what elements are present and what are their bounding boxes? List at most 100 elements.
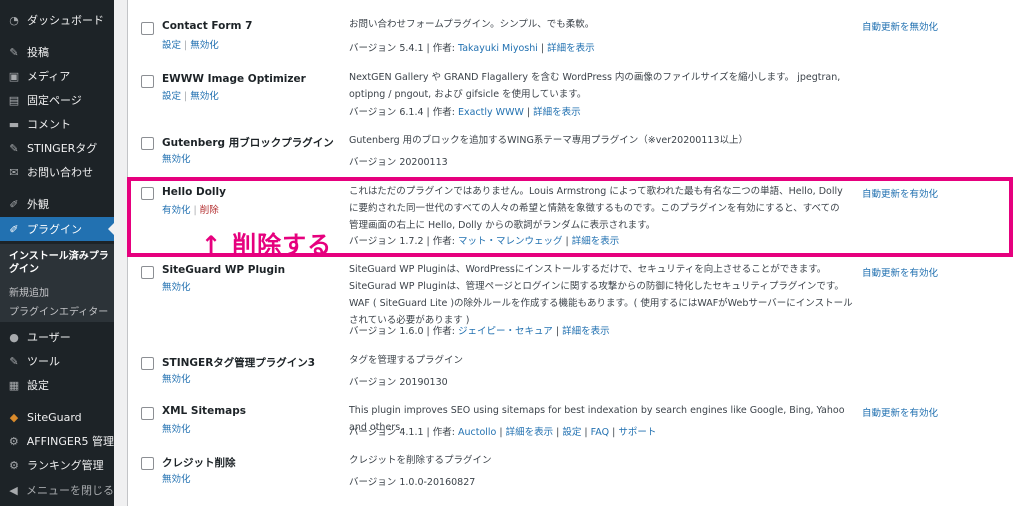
plugin-row: EWWW Image Optimizer 設定 | 無効化 NextGEN Gall… — [128, 64, 1024, 129]
sidebar-item-siteguard[interactable]: ◆ SiteGuard — [0, 405, 114, 429]
deactivate-link[interactable]: 無効化 — [162, 424, 191, 435]
details-link[interactable]: 詳細を表示 — [562, 326, 610, 337]
sidebar-item-label: AFFINGER5 管理 — [26, 435, 114, 448]
sidebar-item-dashboard[interactable]: ◔ ダッシュボード — [0, 8, 114, 32]
sidebar-item-label: プラグイン — [27, 223, 82, 236]
sidebar-item-label: ランキング管理 — [27, 459, 104, 472]
user-icon: ● — [9, 330, 19, 344]
plugin-description: お問い合わせフォームプラグイン。シンプル、でも柔軟。 — [349, 19, 595, 30]
sidebar-item-label: 投稿 — [27, 46, 49, 59]
pin-icon: ✎ — [9, 141, 19, 155]
sidebar-item-tools[interactable]: ✎ ツール — [0, 349, 114, 373]
sidebar-item-label: コメント — [27, 118, 71, 131]
author-link[interactable]: Auctollo — [458, 427, 496, 438]
plugin-meta: バージョン 20190130 — [349, 374, 448, 388]
plugin-version: バージョン 20190130 — [349, 377, 448, 388]
details-link[interactable]: 詳細を表示 — [533, 107, 581, 118]
plugin-row: SiteGuard WP Plugin 無効化 SiteGuard WP Plu… — [128, 257, 1024, 351]
plugin-name: XML Sitemaps — [162, 405, 246, 417]
plugin-row: XML Sitemaps 無効化 This plugin improves SE… — [128, 400, 1024, 451]
plugin-checkbox[interactable] — [141, 457, 154, 470]
plugin-description: Gutenberg 用のブロックを追加するWING系テーマ専用プラグイン（※ve… — [349, 135, 748, 146]
sidebar-item-label: 外観 — [27, 198, 49, 211]
auto-update-link[interactable]: 自動更新を有効化 — [862, 265, 938, 279]
submenu-plugin-editor[interactable]: プラグインエディター — [9, 303, 108, 318]
author-prefix: 作者: — [432, 43, 455, 54]
sidebar-item-posts[interactable]: ✎ 投稿 — [0, 40, 114, 64]
deactivate-link[interactable]: 無効化 — [162, 282, 191, 293]
media-icon: ▣ — [8, 69, 20, 83]
sidebar-item-settings[interactable]: ▦ 設定 — [0, 373, 114, 397]
support-link[interactable]: サポート — [618, 427, 656, 438]
sidebar-item-users[interactable]: ● ユーザー — [0, 325, 114, 349]
submenu-installed-plugins[interactable]: インストール済みプラグイン — [9, 250, 109, 276]
deactivate-link[interactable]: 無効化 — [162, 374, 191, 385]
sidebar-item-label: ダッシュボード — [27, 14, 104, 27]
plugin-meta: バージョン 5.4.1 | 作者: Takayuki Miyoshi | 詳細を… — [349, 43, 595, 54]
plugin-checkbox[interactable] — [141, 137, 154, 150]
sidebar-item-media[interactable]: ▣ メディア — [0, 64, 114, 88]
settings-link[interactable]: 設定 — [562, 427, 581, 438]
gear-icon: ⚙ — [8, 434, 19, 448]
plugin-meta: バージョン 4.1.1 | 作者: Auctollo | 詳細を表示 | 設定 … — [349, 427, 657, 438]
plugin-meta: バージョン 1.6.0 | 作者: ジェイピー・セキュア | 詳細を表示 — [349, 326, 610, 337]
sidebar-item-ranking[interactable]: ⚙ ランキング管理 — [0, 453, 114, 477]
sidebar-item-label: STINGERタグ — [27, 142, 98, 155]
sidebar-item-label: メディア — [27, 70, 71, 83]
plugin-description: クレジットを削除するプラグイン — [349, 455, 492, 466]
sidebar-item-label: SiteGuard — [27, 410, 82, 424]
details-link[interactable]: 詳細を表示 — [547, 43, 595, 54]
auto-update-link[interactable]: 自動更新を無効化 — [862, 19, 938, 33]
plugin-row: STINGERタグ管理プラグイン3 無効化 タグを管理するプラグイン バージョン… — [128, 350, 1024, 401]
sidebar-item-comments[interactable]: ▬ コメント — [0, 112, 114, 136]
plugin-version: バージョン 5.4.1 — [349, 43, 424, 54]
plugin-checkbox[interactable] — [141, 75, 154, 88]
plugin-version: バージョン 6.1.4 — [349, 107, 424, 118]
author-link[interactable]: Takayuki Miyoshi — [458, 43, 538, 54]
author-prefix: 作者: — [432, 427, 455, 438]
settings-icon: ▦ — [8, 378, 20, 392]
deactivate-link[interactable]: 無効化 — [190, 40, 219, 51]
plugin-checkbox[interactable] — [141, 22, 154, 35]
sidebar-item-appearance[interactable]: ✐ 外観 — [0, 192, 114, 216]
plugin-version: バージョン 1.0.0-20160827 — [349, 477, 476, 488]
sidebar-item-affinger5[interactable]: ⚙ AFFINGER5 管理 — [0, 429, 114, 453]
deactivate-link[interactable]: 無効化 — [162, 154, 191, 165]
details-link[interactable]: 詳細を表示 — [506, 427, 554, 438]
plugin-name: Gutenberg 用ブロックプラグイン — [162, 137, 334, 149]
plugin-actions: 無効化 — [162, 279, 191, 293]
submenu-add-new[interactable]: 新規追加 — [9, 284, 49, 299]
collapse-menu-button[interactable]: ◀ メニューを閉じる — [0, 478, 114, 502]
plugin-description: NextGEN Gallery や GRAND Flagallery を含む W… — [349, 72, 841, 100]
settings-link[interactable]: 設定 — [162, 91, 181, 102]
plugin-checkbox[interactable] — [141, 266, 154, 279]
auto-update-link[interactable]: 自動更新を有効化 — [862, 405, 938, 419]
page-icon: ▤ — [8, 93, 20, 107]
plugin-meta: バージョン 1.0.0-20160827 — [349, 474, 475, 488]
collapse-icon: ◀ — [9, 483, 18, 497]
mail-icon: ✉ — [9, 165, 19, 179]
author-link[interactable]: ジェイピー・セキュア — [458, 326, 553, 337]
up-arrow-icon: ↑ — [201, 231, 223, 259]
plugin-version: バージョン 4.1.1 — [349, 427, 424, 438]
author-link[interactable]: Exactly WWW — [458, 107, 524, 118]
sidebar-item-label: 固定ページ — [27, 94, 82, 107]
plugin-description: SiteGuard WP Pluginは、WordPressにインストールするだ… — [349, 264, 853, 326]
settings-link[interactable]: 設定 — [162, 40, 181, 51]
deactivate-link[interactable]: 無効化 — [190, 91, 219, 102]
sidebar-item-contact[interactable]: ✉ お問い合わせ — [0, 160, 114, 184]
plugin-version: バージョン 20200113 — [349, 157, 448, 168]
sidebar-item-stinger-tags[interactable]: ✎ STINGERタグ — [0, 136, 114, 160]
plugin-checkbox[interactable] — [141, 357, 154, 370]
dashboard-icon: ◔ — [9, 13, 19, 27]
annotation-text: 削除する — [232, 231, 333, 259]
plugin-row: クレジット削除 無効化 クレジットを削除するプラグイン バージョン 1.0.0-… — [128, 450, 1024, 506]
sidebar-item-pages[interactable]: ▤ 固定ページ — [0, 88, 114, 112]
deactivate-link[interactable]: 無効化 — [162, 474, 191, 485]
separator: | — [184, 91, 188, 102]
plugin-name: Contact Form 7 — [162, 20, 253, 32]
sidebar-item-plugins[interactable]: ✐ プラグイン — [0, 217, 114, 241]
faq-link[interactable]: FAQ — [591, 427, 609, 438]
plugin-checkbox[interactable] — [141, 407, 154, 420]
siteguard-icon: ◆ — [9, 410, 19, 424]
